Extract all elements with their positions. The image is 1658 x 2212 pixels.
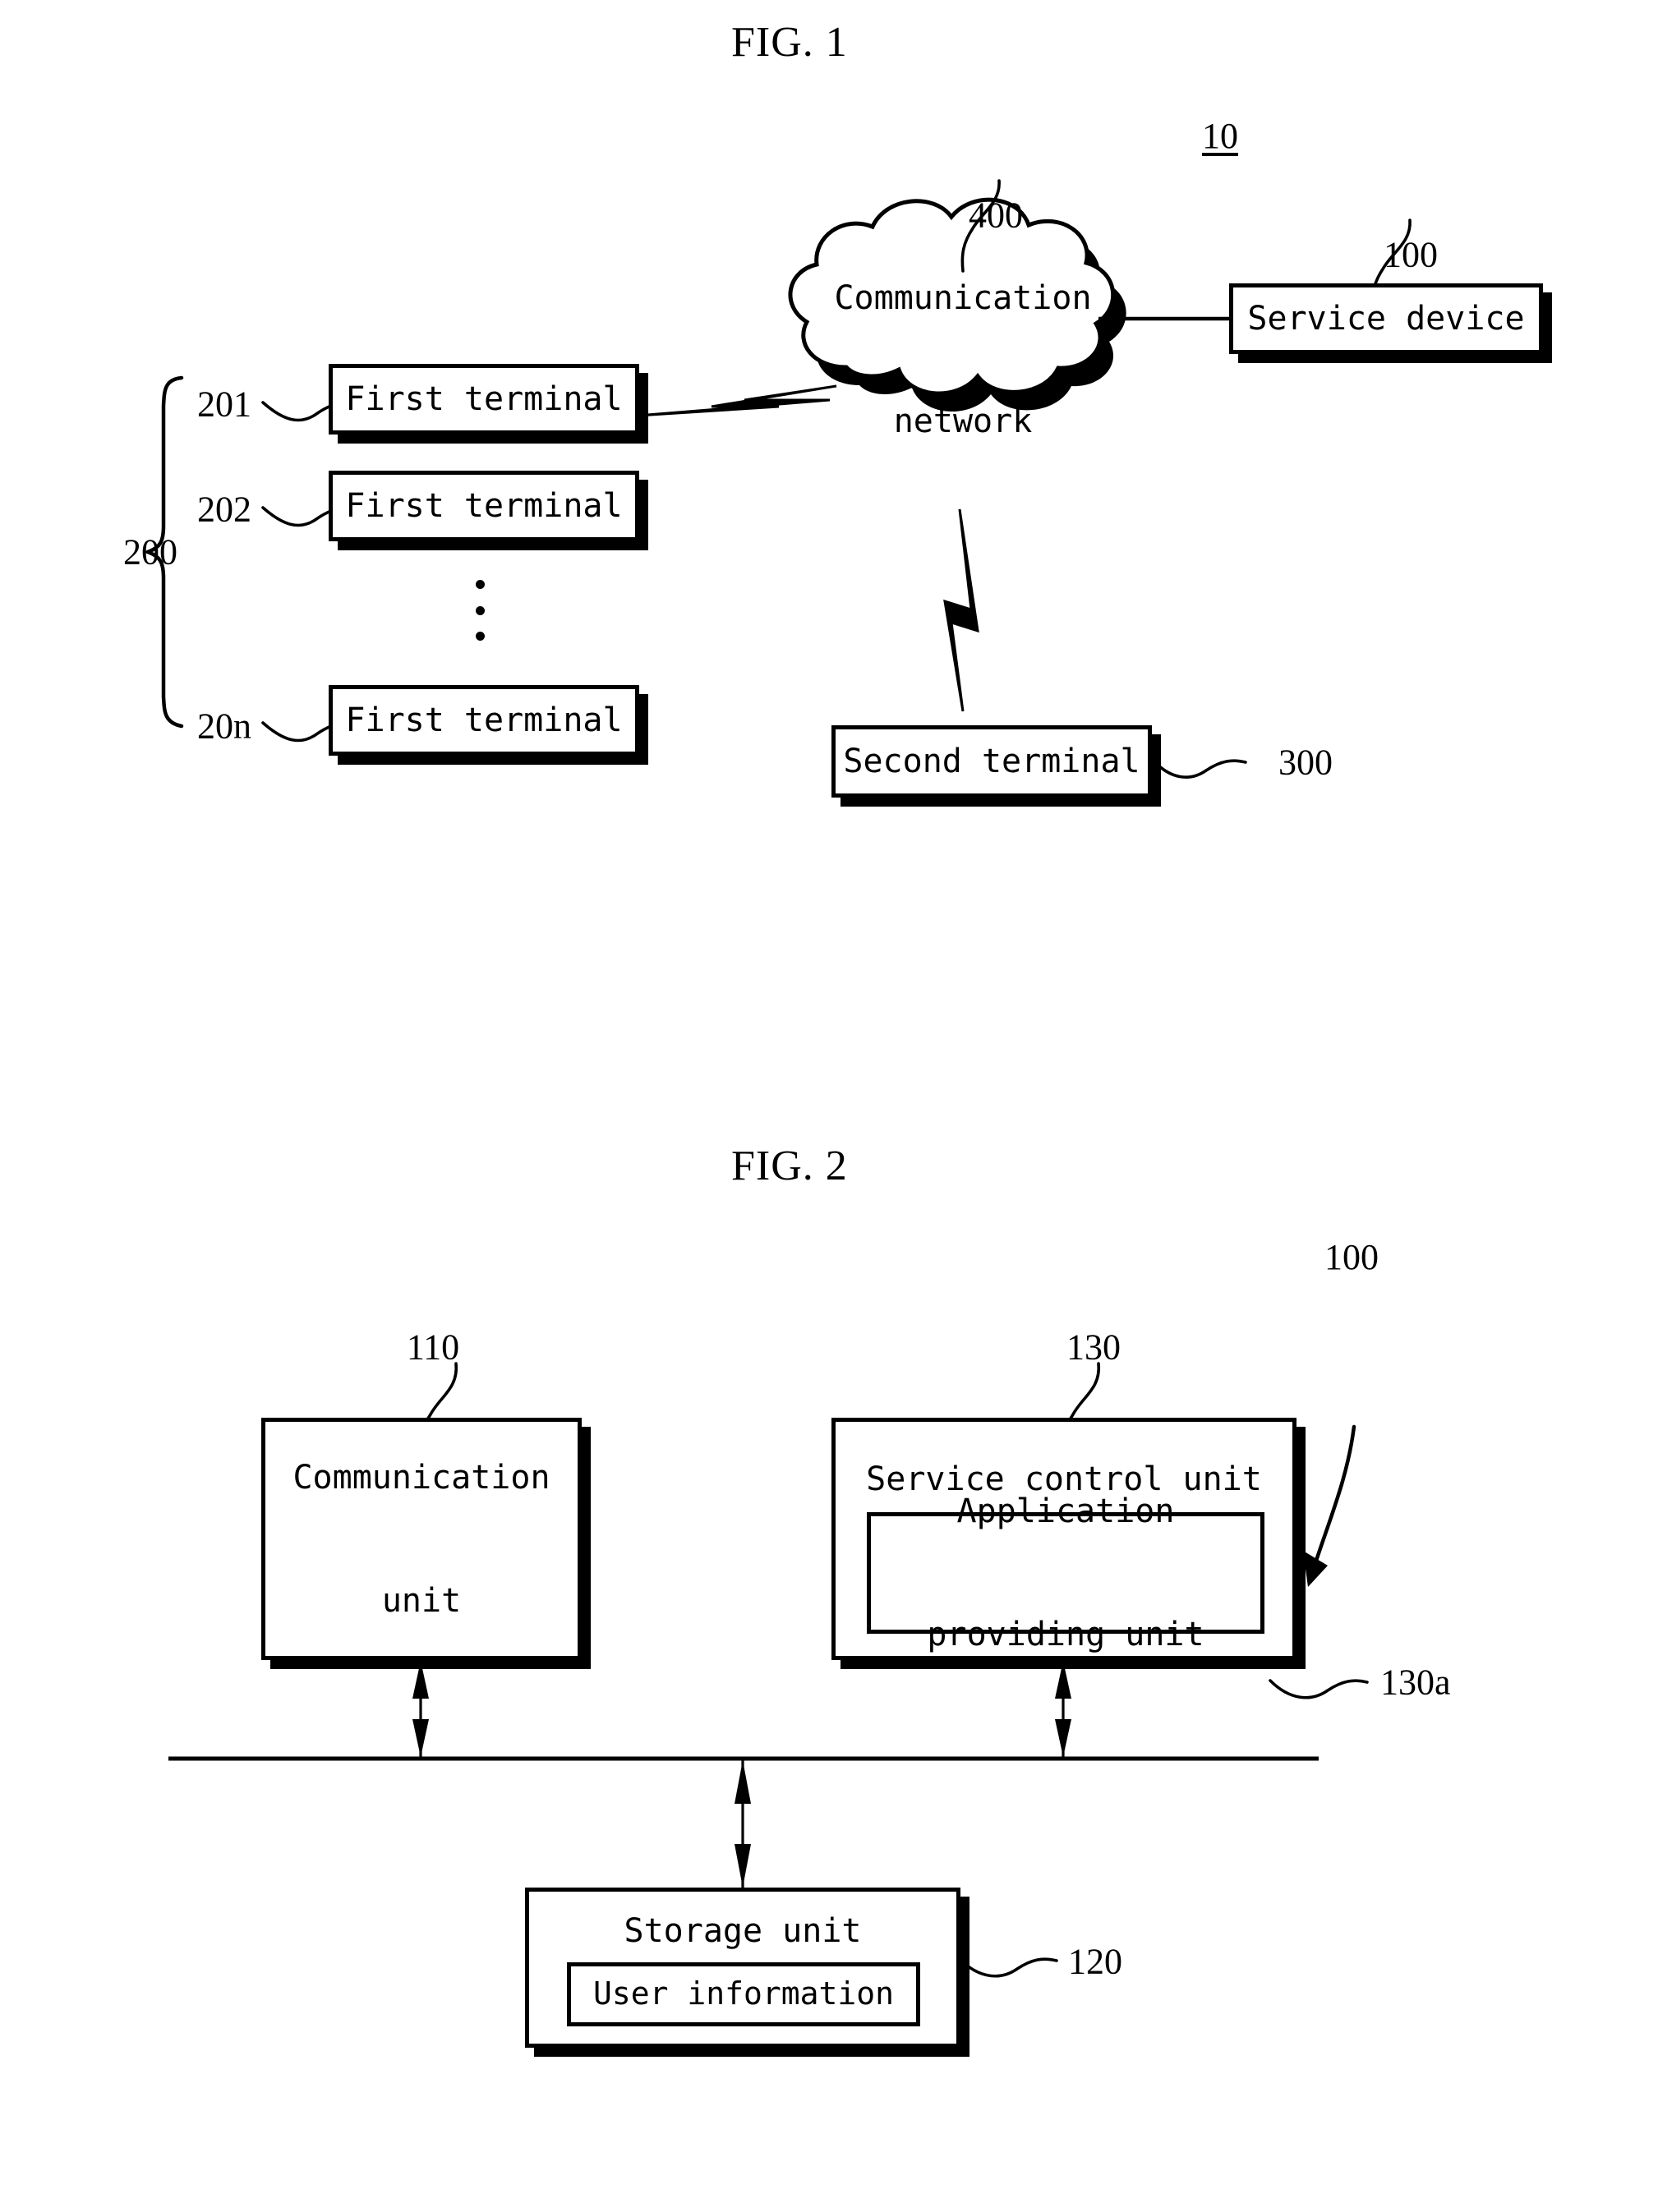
wireless-link-bolt-vertical: [943, 508, 979, 712]
box-label-first-terminal-20n: First terminal: [345, 701, 623, 739]
box-first-terminal-20n[interactable]: First terminal: [329, 685, 639, 756]
leader-line-storage-unit: [958, 1957, 1058, 1978]
box-label-application-providing-unit: Application providing unit: [927, 1409, 1204, 1737]
ref-202-first-terminal: 202: [197, 489, 251, 530]
device-ref-arrow: [1303, 1424, 1356, 1587]
box-service-device[interactable]: Service device: [1229, 283, 1543, 354]
box-label-first-terminal-202: First terminal: [345, 486, 623, 525]
box-first-terminal-201[interactable]: First terminal: [329, 364, 639, 435]
ref-130-service-control-unit: 130: [1066, 1327, 1121, 1368]
ref-300-second-terminal: 300: [1278, 742, 1333, 783]
system-ref-10: 10: [1202, 116, 1238, 156]
wireless-link-bolt-horizontal: [637, 384, 837, 417]
box-label-second-terminal: Second terminal: [843, 742, 1140, 780]
ref-130a-application-providing-unit: 130a: [1380, 1662, 1451, 1703]
leader-line-second-terminal: [1152, 759, 1247, 779]
box-service-control-unit[interactable]: Service control unit Application providi…: [831, 1418, 1296, 1660]
box-communication-unit[interactable]: Communication unit: [261, 1418, 582, 1660]
ref-110-communication-unit: 110: [406, 1327, 460, 1368]
box-label-application-providing-unit-line1: Application: [956, 1492, 1175, 1530]
box-label-user-information: User information: [592, 1975, 895, 2012]
box-first-terminal-202[interactable]: First terminal: [329, 471, 639, 541]
network-cloud-label-line1: Communication: [834, 279, 1092, 317]
box-label-communication-unit-line2: unit: [381, 1581, 462, 1620]
box-user-information[interactable]: User information: [567, 1962, 920, 2026]
vertical-ellipsis-icon: [475, 580, 485, 641]
ref-201-first-terminal: 201: [197, 384, 251, 425]
ref-20n-first-terminal: 20n: [197, 706, 251, 747]
box-storage-unit[interactable]: Storage unit User information: [525, 1888, 960, 2048]
network-cloud-label-line2: network: [893, 402, 1033, 440]
box-label-storage-unit: Storage unit: [624, 1912, 862, 1950]
box-label-first-terminal-201: First terminal: [345, 379, 623, 418]
ref-100-service-device-fig2: 100: [1324, 1237, 1379, 1277]
ref-100-service-device: 100: [1384, 234, 1438, 275]
patent-drawing-sheet: FIG. 1 10 400 100 200 201 202 20n 300 Fi…: [0, 0, 1658, 2212]
box-application-providing-unit[interactable]: Application providing unit: [867, 1492, 1264, 1653]
ref-120-storage-unit: 120: [1068, 1941, 1122, 1982]
network-cloud-label: Communication network: [823, 195, 1103, 524]
box-label-communication-unit-line1: Communication: [292, 1458, 550, 1497]
ref-200-terminal-group: 200: [123, 531, 177, 573]
figure-1-title: FIG. 1: [731, 19, 848, 66]
box-label-communication-unit: Communication unit: [292, 1375, 550, 1704]
leader-line-application-providing-unit: [1269, 1679, 1369, 1699]
bus-arrow-storage-unit: [735, 1760, 751, 1888]
figure-2-title: FIG. 2: [731, 1143, 848, 1189]
box-label-service-device: Service device: [1247, 299, 1525, 338]
box-label-application-providing-unit-line2: providing unit: [927, 1616, 1204, 1653]
box-second-terminal[interactable]: Second terminal: [831, 725, 1152, 798]
